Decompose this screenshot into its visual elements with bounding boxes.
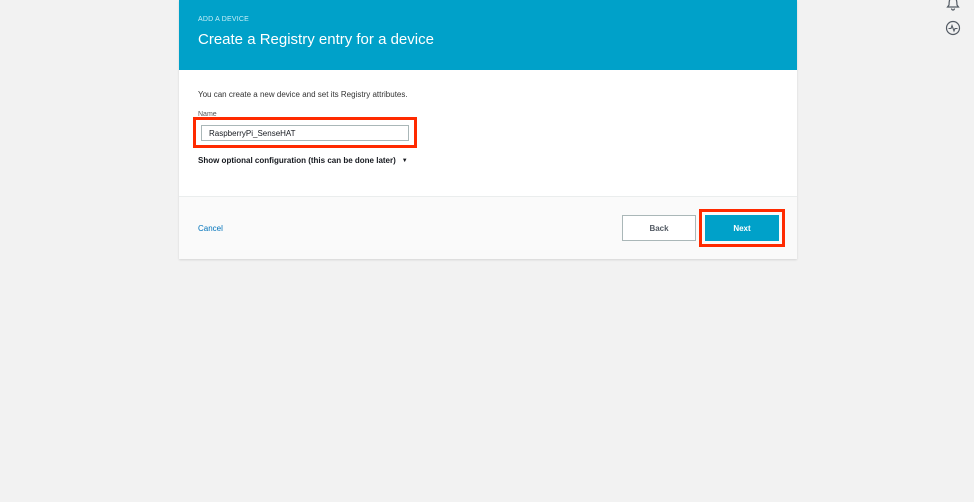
back-button[interactable]: Back — [622, 215, 696, 241]
next-button-highlight: Next — [699, 209, 785, 247]
optional-config-label: Show optional configuration (this can be… — [198, 156, 396, 165]
page: ADD A DEVICE Create a Registry entry for… — [0, 0, 974, 502]
optional-config-toggle[interactable]: Show optional configuration (this can be… — [198, 156, 408, 165]
name-field-highlight — [193, 117, 417, 148]
panel-footer: Cancel Back Next — [179, 196, 797, 259]
caret-down-icon: ▼ — [401, 158, 408, 164]
next-button[interactable]: Next — [705, 215, 779, 241]
add-device-panel: ADD A DEVICE Create a Registry entry for… — [179, 0, 797, 259]
panel-body: You can create a new device and set its … — [179, 70, 797, 196]
bell-icon[interactable] — [944, 0, 962, 12]
activity-icon[interactable] — [944, 19, 962, 37]
name-input[interactable] — [201, 125, 409, 141]
cancel-link[interactable]: Cancel — [198, 224, 223, 233]
intro-text: You can create a new device and set its … — [198, 90, 408, 99]
step-eyebrow: ADD A DEVICE — [198, 16, 250, 23]
page-title: Create a Registry entry for a device — [198, 31, 434, 48]
panel-header: ADD A DEVICE Create a Registry entry for… — [179, 0, 797, 70]
